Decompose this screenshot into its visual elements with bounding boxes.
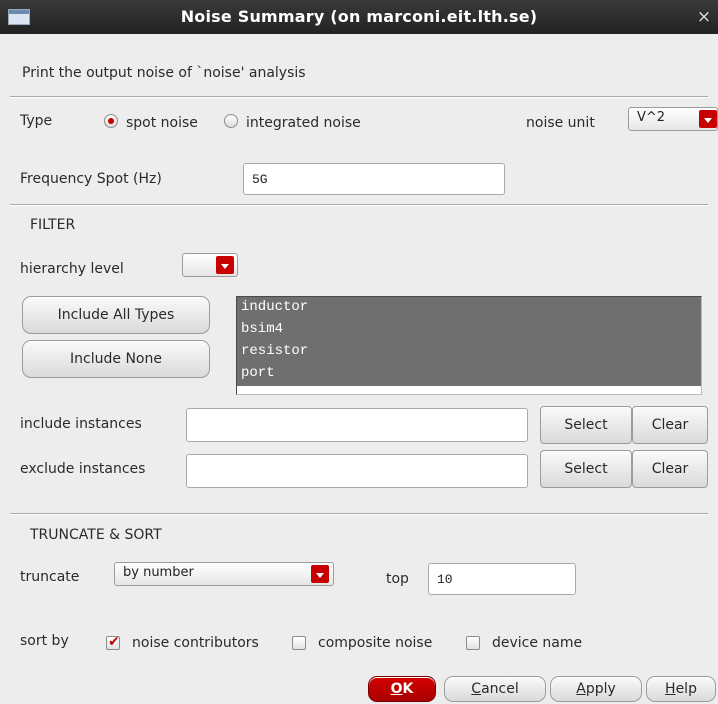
close-icon[interactable]: × <box>694 6 714 28</box>
chevron-down-icon[interactable] <box>311 565 329 583</box>
radio-integrated-noise-label[interactable]: integrated noise <box>246 114 361 132</box>
exclude-instances-select-button[interactable]: Select <box>540 450 632 488</box>
checkbox-device-name-label[interactable]: device name <box>492 634 582 652</box>
noise-unit-dropdown[interactable]: V^2 <box>628 107 718 131</box>
separator <box>10 96 708 98</box>
include-instances-label: include instances <box>20 416 142 432</box>
exclude-instances-input[interactable] <box>186 454 528 488</box>
truncate-dropdown[interactable]: by number <box>114 562 334 586</box>
include-all-types-button[interactable]: Include All Types <box>22 296 210 334</box>
radio-spot-noise[interactable] <box>104 114 118 128</box>
description-text: Print the output noise of `noise' analys… <box>22 65 306 81</box>
hierarchy-level-label: hierarchy level <box>20 261 124 277</box>
include-instances-input[interactable] <box>186 408 528 442</box>
apply-button-mnemonic: A <box>576 681 586 697</box>
list-item[interactable]: inductor <box>237 297 701 320</box>
radio-integrated-noise[interactable] <box>224 114 238 128</box>
chevron-down-icon[interactable] <box>699 110 717 128</box>
checkbox-device-name[interactable] <box>466 636 480 650</box>
checkbox-noise-contributors-label[interactable]: noise contributors <box>132 634 259 652</box>
apply-button[interactable]: Apply <box>550 676 642 702</box>
cancel-button-mnemonic: C <box>471 681 482 697</box>
list-item[interactable]: bsim4 <box>237 319 701 342</box>
exclude-instances-label: exclude instances <box>20 461 146 477</box>
window-title: Noise Summary (on marconi.eit.lth.se) <box>180 7 538 26</box>
noise-unit-value: V^2 <box>637 110 666 125</box>
sort-by-label: sort by <box>20 633 69 649</box>
ok-button[interactable]: OK <box>368 676 436 702</box>
device-type-listbox[interactable]: inductor bsim4 resistor port <box>236 296 702 395</box>
hierarchy-level-dropdown[interactable] <box>182 253 238 277</box>
help-button[interactable]: Help <box>646 676 716 702</box>
truncate-value: by number <box>123 565 194 580</box>
checkbox-noise-contributors[interactable] <box>106 634 121 650</box>
type-label: Type <box>20 113 53 129</box>
ok-button-mnemonic: O <box>390 681 403 697</box>
radio-spot-noise-label[interactable]: spot noise <box>126 114 198 132</box>
noise-unit-label: noise unit <box>526 115 595 131</box>
top-count-input[interactable] <box>428 563 576 595</box>
exclude-instances-clear-button[interactable]: Clear <box>632 450 708 488</box>
checkbox-composite-noise[interactable] <box>292 636 306 650</box>
title-bar[interactable]: Noise Summary (on marconi.eit.lth.se) × <box>0 0 718 34</box>
frequency-spot-label: Frequency Spot (Hz) <box>20 171 162 187</box>
include-none-button[interactable]: Include None <box>22 340 210 378</box>
list-item[interactable]: port <box>237 363 701 386</box>
cancel-button-label: ancel <box>481 681 519 697</box>
ok-button-label: K <box>402 681 414 697</box>
cancel-button[interactable]: Cancel <box>444 676 546 702</box>
top-label: top <box>386 571 409 587</box>
help-button-mnemonic: H <box>665 681 676 697</box>
filter-section-title: FILTER <box>30 217 76 233</box>
help-button-label: elp <box>675 681 697 697</box>
include-instances-clear-button[interactable]: Clear <box>632 406 708 444</box>
list-item[interactable]: resistor <box>237 341 701 364</box>
apply-button-label: pply <box>585 681 616 697</box>
include-instances-select-button[interactable]: Select <box>540 406 632 444</box>
separator <box>10 513 708 515</box>
truncate-sort-section-title: TRUNCATE & SORT <box>30 527 162 543</box>
frequency-spot-input[interactable] <box>243 163 505 195</box>
chevron-down-icon[interactable] <box>216 256 234 274</box>
separator <box>10 204 708 206</box>
checkbox-composite-noise-label[interactable]: composite noise <box>318 634 432 652</box>
truncate-label: truncate <box>20 569 80 585</box>
